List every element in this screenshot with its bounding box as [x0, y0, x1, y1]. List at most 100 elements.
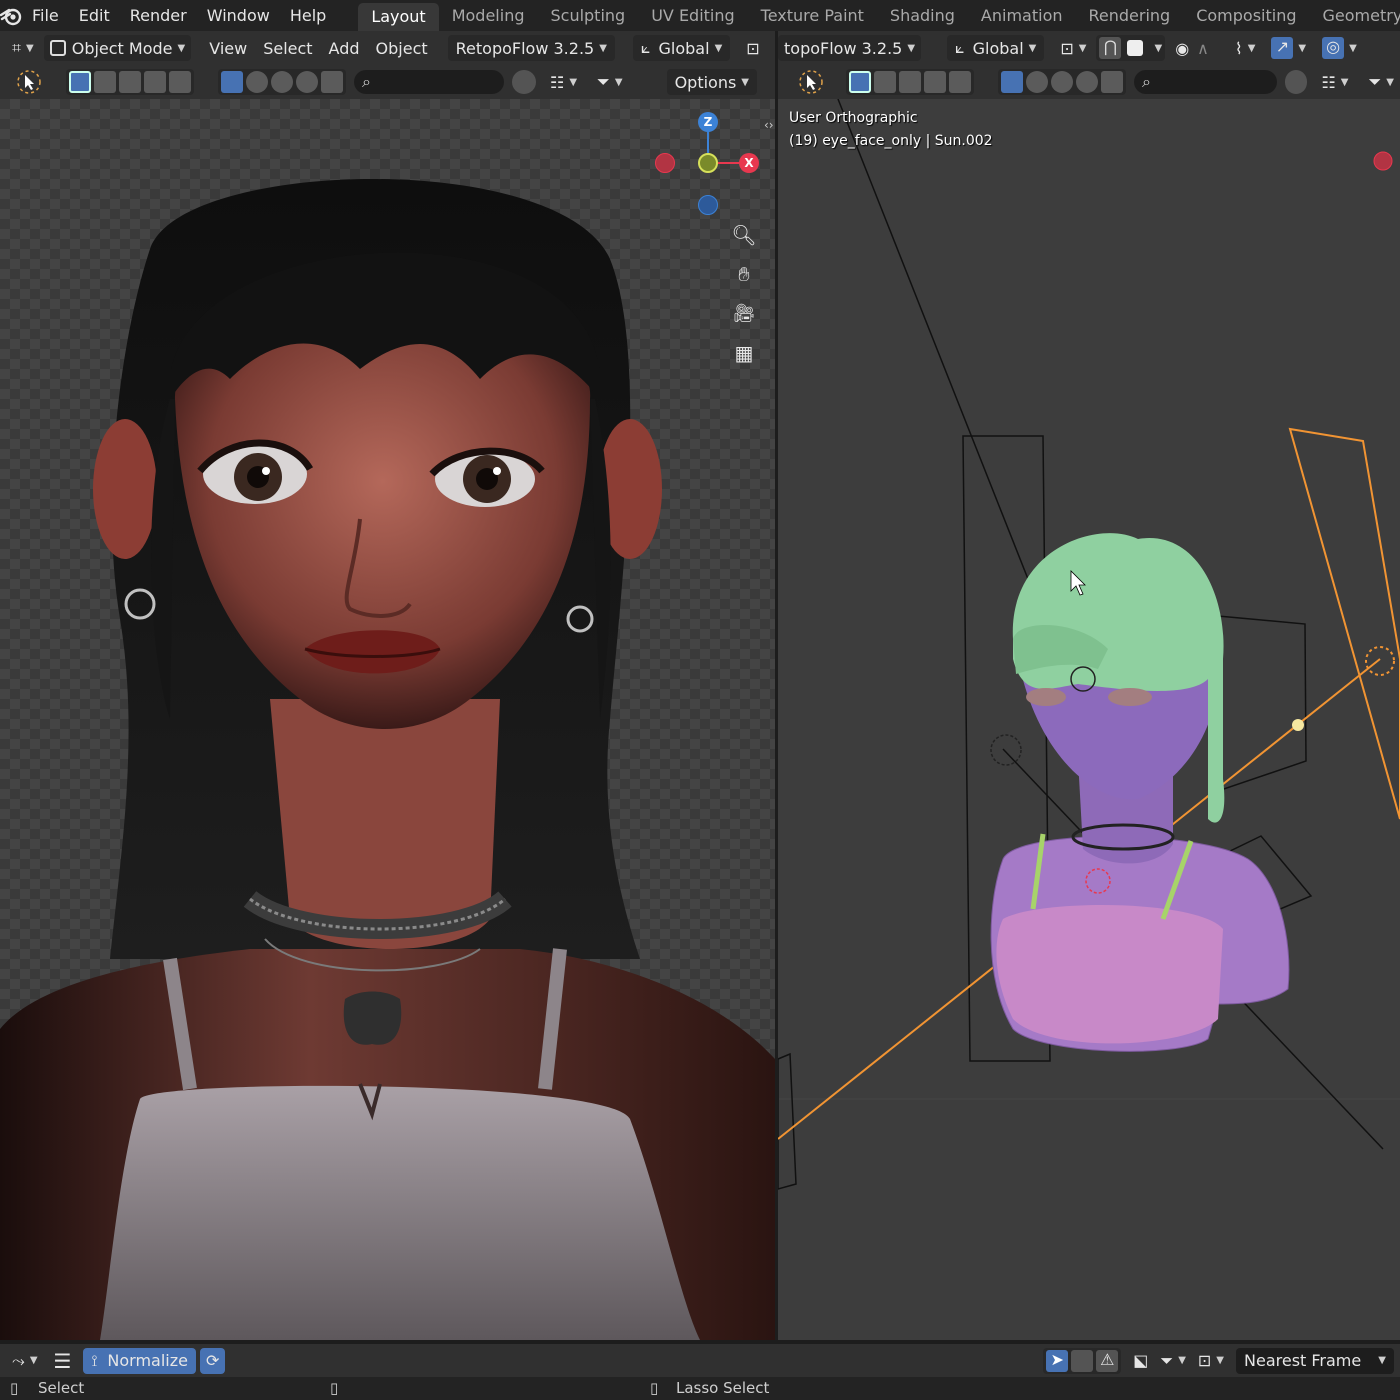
gizmo-neg-z-axis[interactable]: [698, 195, 718, 215]
gizmo-z-axis[interactable]: Z: [698, 112, 718, 132]
select-intersect-icon[interactable]: [949, 71, 971, 93]
tab-shading[interactable]: Shading: [877, 0, 968, 31]
timeline-editor-type[interactable]: ⤳ ▼: [6, 1348, 44, 1374]
blender-logo-icon[interactable]: [0, 0, 22, 31]
tab-animation[interactable]: Animation: [968, 0, 1076, 31]
tab-texture-paint[interactable]: Texture Paint: [748, 0, 877, 31]
shading-options-icon[interactable]: [1101, 71, 1123, 93]
material-shading-icon[interactable]: [1051, 71, 1073, 93]
rendered-shading-icon[interactable]: [296, 71, 318, 93]
pivot-point-button[interactable]: ⊡: [740, 35, 765, 61]
select-extend-icon[interactable]: [94, 71, 116, 93]
select-tool-button-right[interactable]: [792, 69, 830, 95]
ortho-toggle-button[interactable]: ▦: [730, 339, 758, 367]
gizmo-toggle[interactable]: ↗ ▼: [1265, 35, 1312, 61]
snap-magnet-icon[interactable]: ⋂: [1099, 37, 1122, 59]
outliner-filter-dropdown-right[interactable]: ☷ ▼: [1315, 69, 1354, 95]
chevron-down-icon: ▼: [569, 76, 578, 88]
refresh-button[interactable]: ⟳: [199, 1347, 226, 1374]
left-viewport-header: ⌗ ▼ Object Mode ▼ View Select Add Object R…: [0, 31, 775, 65]
tab-rendering[interactable]: Rendering: [1076, 0, 1184, 31]
tab-modeling[interactable]: Modeling: [439, 0, 538, 31]
chevron-down-icon: ▼: [1378, 1355, 1386, 1366]
orientation-dropdown[interactable]: ⟀ Global ▼: [632, 35, 731, 61]
select-intersect-icon[interactable]: [169, 71, 191, 93]
menu-edit[interactable]: Edit: [69, 6, 120, 25]
keyframe-type-button[interactable]: ⬕: [1127, 1348, 1154, 1374]
tab-layout[interactable]: Layout: [358, 3, 439, 31]
tab-uv-editing[interactable]: UV Editing: [638, 0, 747, 31]
search-input-right[interactable]: ⌕: [1134, 70, 1277, 94]
rendered-shading-icon[interactable]: [1076, 71, 1098, 93]
right-viewport-header: topoFlow 3.2.5 ▼ ⟀ Global ▼ ⊡ ▼ ⋂ ▼ ◉ ∧ ⌇ ▼ ↗ ▼…: [778, 31, 1400, 65]
tab-compositing[interactable]: Compositing: [1183, 0, 1309, 31]
cursor-arrow-icon[interactable]: ➤: [1046, 1349, 1069, 1372]
retopoflow-dropdown[interactable]: RetopoFlow 3.2.5 ▼: [447, 35, 615, 61]
wireframe-shading-icon[interactable]: [1001, 71, 1023, 93]
object-mode-dropdown[interactable]: Object Mode ▼: [43, 35, 192, 61]
menu-select[interactable]: Select: [257, 35, 318, 61]
filter-toggle-icon[interactable]: [1284, 70, 1308, 94]
solid-shading-icon[interactable]: [246, 71, 268, 93]
timeline-pivot-dropdown[interactable]: ⊡ ▼: [1192, 1348, 1230, 1374]
select-tool-button[interactable]: [10, 69, 48, 95]
funnel-filter-dropdown-right[interactable]: ⏷ ▼: [1362, 69, 1400, 95]
editor-type-button[interactable]: ⌗ ▼: [6, 35, 40, 61]
wireframe-shading-icon[interactable]: [221, 71, 243, 93]
box-select-icon[interactable]: [1071, 1349, 1094, 1372]
select-extend-icon[interactable]: [874, 71, 896, 93]
menu-add[interactable]: Add: [323, 35, 366, 61]
gizmo-y-axis[interactable]: [698, 153, 718, 173]
pivot-icon: ⊡: [1060, 38, 1074, 58]
filter-toggle-icon[interactable]: [512, 70, 536, 94]
select-invert-icon[interactable]: [924, 71, 946, 93]
funnel-filter-dropdown[interactable]: ⏷ ▼: [591, 69, 629, 95]
search-input[interactable]: ⌕: [354, 70, 504, 94]
gizmo-icon: ↗: [1271, 37, 1294, 59]
camera-view-button[interactable]: 🎥︎: [730, 299, 758, 327]
tab-sculpting[interactable]: Sculpting: [537, 0, 638, 31]
hamburger-menu[interactable]: ☰: [48, 1348, 78, 1374]
chevron-down-icon: ▼: [1386, 76, 1394, 88]
menu-render[interactable]: Render: [120, 6, 197, 25]
select-invert-icon[interactable]: [144, 71, 166, 93]
visibility-dropdown[interactable]: ⌇ ▼: [1229, 35, 1262, 61]
options-dropdown[interactable]: Options ▼: [666, 69, 757, 95]
snap-mode-dropdown[interactable]: Nearest Frame ▼: [1236, 1347, 1394, 1374]
zoom-button[interactable]: 🔍︎: [730, 221, 758, 249]
rendered-viewport[interactable]: Z X 🔍︎ ✋︎ 🎥︎ ▦: [0, 99, 775, 1340]
menu-object[interactable]: Object: [370, 35, 434, 61]
outliner-filter-dropdown[interactable]: ☷ ▼: [544, 69, 583, 95]
gizmo-neg-x-axis[interactable]: [655, 153, 675, 173]
status-lasso-label: Lasso Select: [676, 1379, 770, 1397]
pan-button[interactable]: ✋︎: [730, 260, 758, 288]
warning-icon[interactable]: ⚠: [1096, 1349, 1119, 1372]
navigation-gizmo[interactable]: Z X: [650, 109, 770, 219]
solid-shading-icon[interactable]: [1026, 71, 1048, 93]
normalize-toggle[interactable]: ⟟ Normalize: [83, 1347, 196, 1374]
shading-options-icon[interactable]: [321, 71, 343, 93]
menu-view[interactable]: View: [203, 35, 253, 61]
select-new-icon[interactable]: [849, 71, 871, 93]
material-shading-icon[interactable]: [271, 71, 293, 93]
orientation-dropdown-right[interactable]: ⟀ Global ▼: [947, 35, 1045, 61]
select-new-icon[interactable]: [69, 71, 91, 93]
solid-viewport[interactable]: User Orthographic (19) eye_face_only | S…: [778, 99, 1400, 1340]
overlays-toggle[interactable]: ◎ ▼: [1316, 35, 1363, 61]
select-subtract-icon[interactable]: [119, 71, 141, 93]
chevron-down-icon: ▼: [741, 76, 749, 88]
retopoflow-dropdown-right[interactable]: topoFlow 3.2.5 ▼: [778, 35, 922, 61]
proportional-edit-button[interactable]: ◉ ∧: [1169, 35, 1215, 61]
chevron-down-icon: ▼: [29, 1355, 38, 1366]
pivot-point-button-right[interactable]: ⊡ ▼: [1054, 35, 1092, 61]
menu-file[interactable]: File: [22, 6, 69, 25]
select-subtract-icon[interactable]: [899, 71, 921, 93]
orientation-label: Global: [658, 38, 710, 58]
gizmo-x-axis[interactable]: X: [739, 153, 759, 173]
timeline-filter-dropdown[interactable]: ⏷ ▼: [1154, 1348, 1192, 1374]
snap-target-icon[interactable]: [1127, 40, 1144, 56]
menu-help[interactable]: Help: [280, 6, 336, 25]
menu-window[interactable]: Window: [197, 6, 280, 25]
tab-geometry-nodes[interactable]: Geometry Node: [1310, 0, 1400, 31]
split-arrows-icon[interactable]: ‹›: [764, 118, 774, 132]
